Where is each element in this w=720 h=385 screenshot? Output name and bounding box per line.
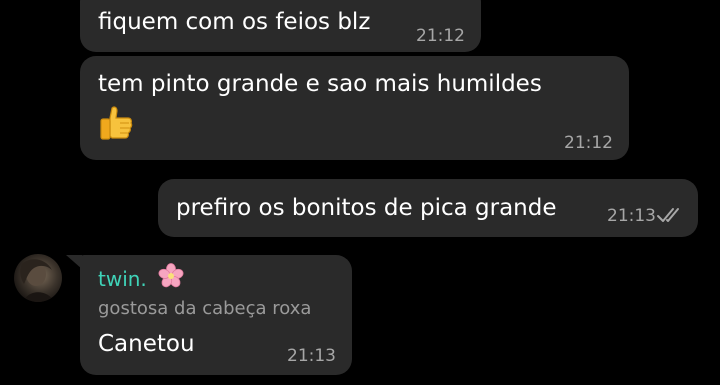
chat-view: fiquem com os feios blz 21:12 tem pinto … xyxy=(0,0,720,385)
cherry-blossom-icon xyxy=(158,263,184,288)
thumbs-up-icon xyxy=(100,106,133,140)
message-timestamp: 21:12 xyxy=(564,133,613,153)
message-text: Canetou xyxy=(98,331,195,357)
sender-subtitle: gostosa da cabeça roxa xyxy=(98,298,312,319)
message-text: fiquem com os feios blz xyxy=(98,9,371,35)
message-bubble[interactable]: twin. gostosa da cabeça roxa Canetou 21:… xyxy=(80,255,352,375)
message-timestamp: 21:13 xyxy=(287,346,336,366)
message-bubble-outgoing[interactable]: prefiro os bonitos de pica grande 21:13 xyxy=(158,179,698,237)
double-check-icon xyxy=(657,208,679,222)
message-text: tem pinto grande e sao mais humildes xyxy=(98,71,542,97)
avatar[interactable] xyxy=(14,254,62,302)
sender-name[interactable]: twin. xyxy=(98,266,147,292)
message-bubble[interactable]: tem pinto grande e sao mais humildes 21:… xyxy=(80,56,629,160)
message-bubble[interactable]: fiquem com os feios blz 21:12 xyxy=(80,0,481,52)
message-text: prefiro os bonitos de pica grande xyxy=(176,195,557,221)
message-timestamp: 21:13 xyxy=(607,206,656,226)
avatar-image xyxy=(20,259,54,302)
message-timestamp: 21:12 xyxy=(416,26,465,46)
